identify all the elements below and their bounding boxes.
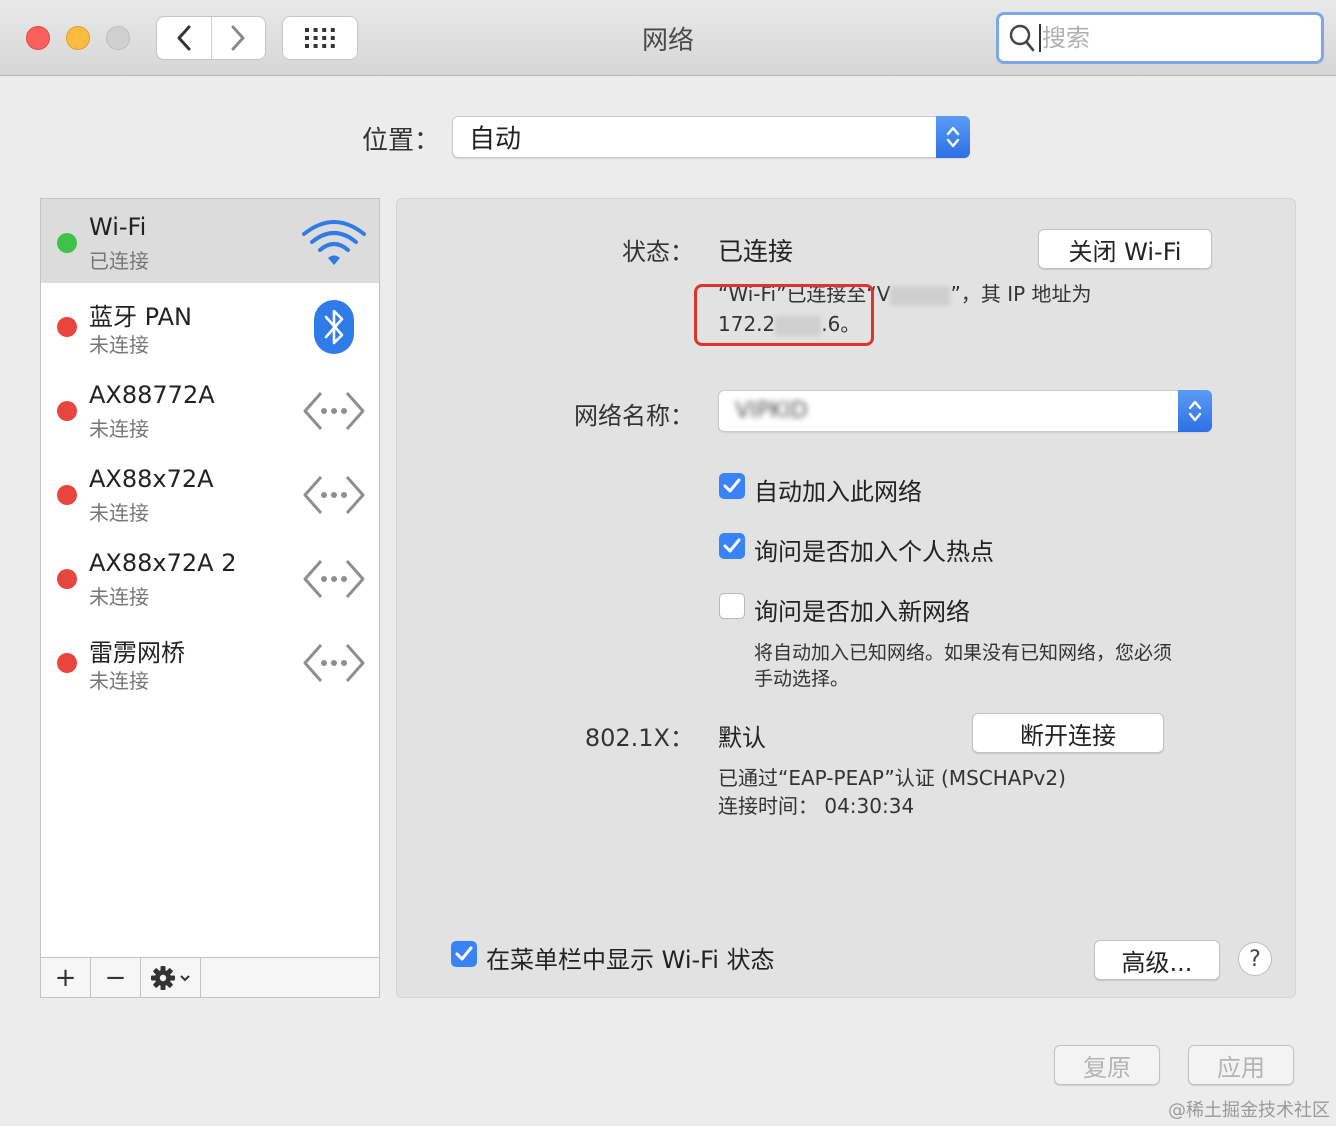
service-name: AX88x72A 2 (89, 549, 237, 577)
location-value: 自动 (469, 124, 522, 155)
forward-button[interactable] (210, 17, 266, 59)
ask-new-network-note-line1: 将自动加入已知网络。如果没有已知网络，您必须 (754, 642, 1173, 664)
chevron-left-icon (177, 25, 191, 51)
window-title: 网络 (641, 26, 694, 56)
apply-button[interactable]: 应用 (1188, 1045, 1294, 1085)
service-status: 未连接 (89, 585, 149, 609)
search-field[interactable]: 搜索 (996, 12, 1324, 64)
service-status: 未连接 (89, 669, 149, 693)
service-status: 未连接 (89, 501, 149, 525)
wifi-icon (299, 215, 369, 271)
network-name-label: 网络名称： (574, 402, 694, 430)
advanced-button[interactable]: 高级... (1094, 940, 1220, 980)
location-label: 位置： (362, 126, 441, 156)
status-dot-disconnected (57, 401, 77, 421)
service-item-bluetooth-pan[interactable]: 蓝牙 PAN 未连接 (41, 283, 379, 367)
service-name: 蓝牙 PAN (89, 303, 192, 331)
show-in-menubar-checkbox[interactable] (451, 941, 477, 967)
connection-time: 连接时间： 04:30:34 (718, 794, 915, 818)
auto-join-label[interactable]: 自动加入此网络 (754, 472, 922, 507)
help-button[interactable]: ? (1238, 942, 1272, 976)
show-all-button[interactable] (282, 16, 358, 60)
bluetooth-icon (299, 299, 369, 355)
service-name: Wi-Fi (89, 213, 147, 241)
service-item-wifi[interactable]: Wi-Fi 已连接 (41, 199, 379, 283)
ethernet-icon (299, 383, 369, 439)
service-status: 未连接 (89, 417, 149, 441)
turn-off-wifi-button[interactable]: 关闭 Wi-Fi (1038, 229, 1212, 269)
status-dot-disconnected (57, 653, 77, 673)
ethernet-icon (299, 635, 369, 691)
status-label: 状态： (622, 238, 694, 266)
nav-button-group (156, 16, 266, 60)
network-name-value: VIPKID (735, 398, 808, 424)
minimize-window-button[interactable] (66, 26, 90, 50)
status-desc-suffix: ”，其 IP 地址为 (950, 282, 1092, 306)
checkmark-icon (723, 538, 741, 553)
ask-hotspot-label[interactable]: 询问是否加入个人热点 (754, 532, 994, 567)
service-status: 已连接 (89, 249, 149, 273)
close-window-button[interactable] (26, 26, 50, 50)
status-dot-disconnected (57, 569, 77, 589)
service-name: AX88772A (89, 381, 215, 409)
status-dot-connected (57, 233, 77, 253)
search-icon (1009, 24, 1035, 52)
disconnect-button[interactable]: 断开连接 (972, 713, 1164, 753)
status-value: 已连接 (718, 237, 794, 266)
add-service-button[interactable]: + (41, 958, 91, 998)
auth-info: 已通过“EAP-PEAP”认证 (MSCHAPv2) (718, 766, 1066, 790)
highlight-annotation-box (694, 284, 874, 346)
ethernet-icon (299, 467, 369, 523)
status-dot-disconnected (57, 317, 77, 337)
grid-icon (305, 28, 335, 48)
service-name: AX88x72A (89, 465, 214, 493)
select-stepper-icon (936, 116, 970, 158)
ask-hotspot-checkbox[interactable] (719, 533, 745, 559)
service-list-toolbar: + − (41, 957, 379, 998)
chevron-down-icon (180, 975, 190, 982)
dot1x-value: 默认 (718, 724, 766, 752)
ethernet-icon (299, 551, 369, 607)
zoom-window-button[interactable] (106, 26, 130, 50)
ask-new-network-checkbox[interactable] (719, 593, 745, 619)
dot1x-label: 802.1X： (584, 724, 694, 752)
service-item-ax88772a[interactable]: AX88772A 未连接 (41, 367, 379, 451)
ask-new-network-label[interactable]: 询问是否加入新网络 (754, 592, 970, 627)
service-status: 未连接 (89, 333, 149, 357)
show-in-menubar-label[interactable]: 在菜单栏中显示 Wi-Fi 状态 (486, 940, 775, 975)
location-select[interactable]: 自动 (452, 116, 970, 158)
ask-new-network-note-line2: 手动选择。 (754, 668, 850, 690)
search-placeholder: 搜索 (1039, 24, 1090, 52)
redacted-network-name (890, 285, 951, 306)
service-item-ax88x72a-2[interactable]: AX88x72A 2 未连接 (41, 535, 379, 619)
status-dot-disconnected (57, 485, 77, 505)
watermark: @稀土掘金技术社区 (1168, 1100, 1330, 1121)
service-item-ax88x72a[interactable]: AX88x72A 未连接 (41, 451, 379, 535)
back-button[interactable] (157, 17, 211, 59)
checkmark-icon (455, 946, 473, 961)
checkmark-icon (723, 478, 741, 493)
network-name-select[interactable]: VIPKID (718, 390, 1212, 432)
service-item-thunderbolt-bridge[interactable]: 雷雳网桥 未连接 (41, 619, 379, 703)
gear-icon (151, 966, 175, 990)
service-list: Wi-Fi 已连接 蓝牙 PAN 未连接 AX88772A 未连接 AX88x7… (40, 198, 380, 998)
chevron-right-icon (231, 25, 245, 51)
revert-button[interactable]: 复原 (1054, 1045, 1160, 1085)
auto-join-checkbox[interactable] (719, 473, 745, 499)
service-name: 雷雳网桥 (89, 639, 185, 667)
action-menu-button[interactable] (141, 958, 201, 998)
remove-service-button[interactable]: − (91, 958, 141, 998)
title-bar: 网络 搜索 (0, 0, 1336, 76)
select-stepper-icon (1178, 390, 1212, 432)
